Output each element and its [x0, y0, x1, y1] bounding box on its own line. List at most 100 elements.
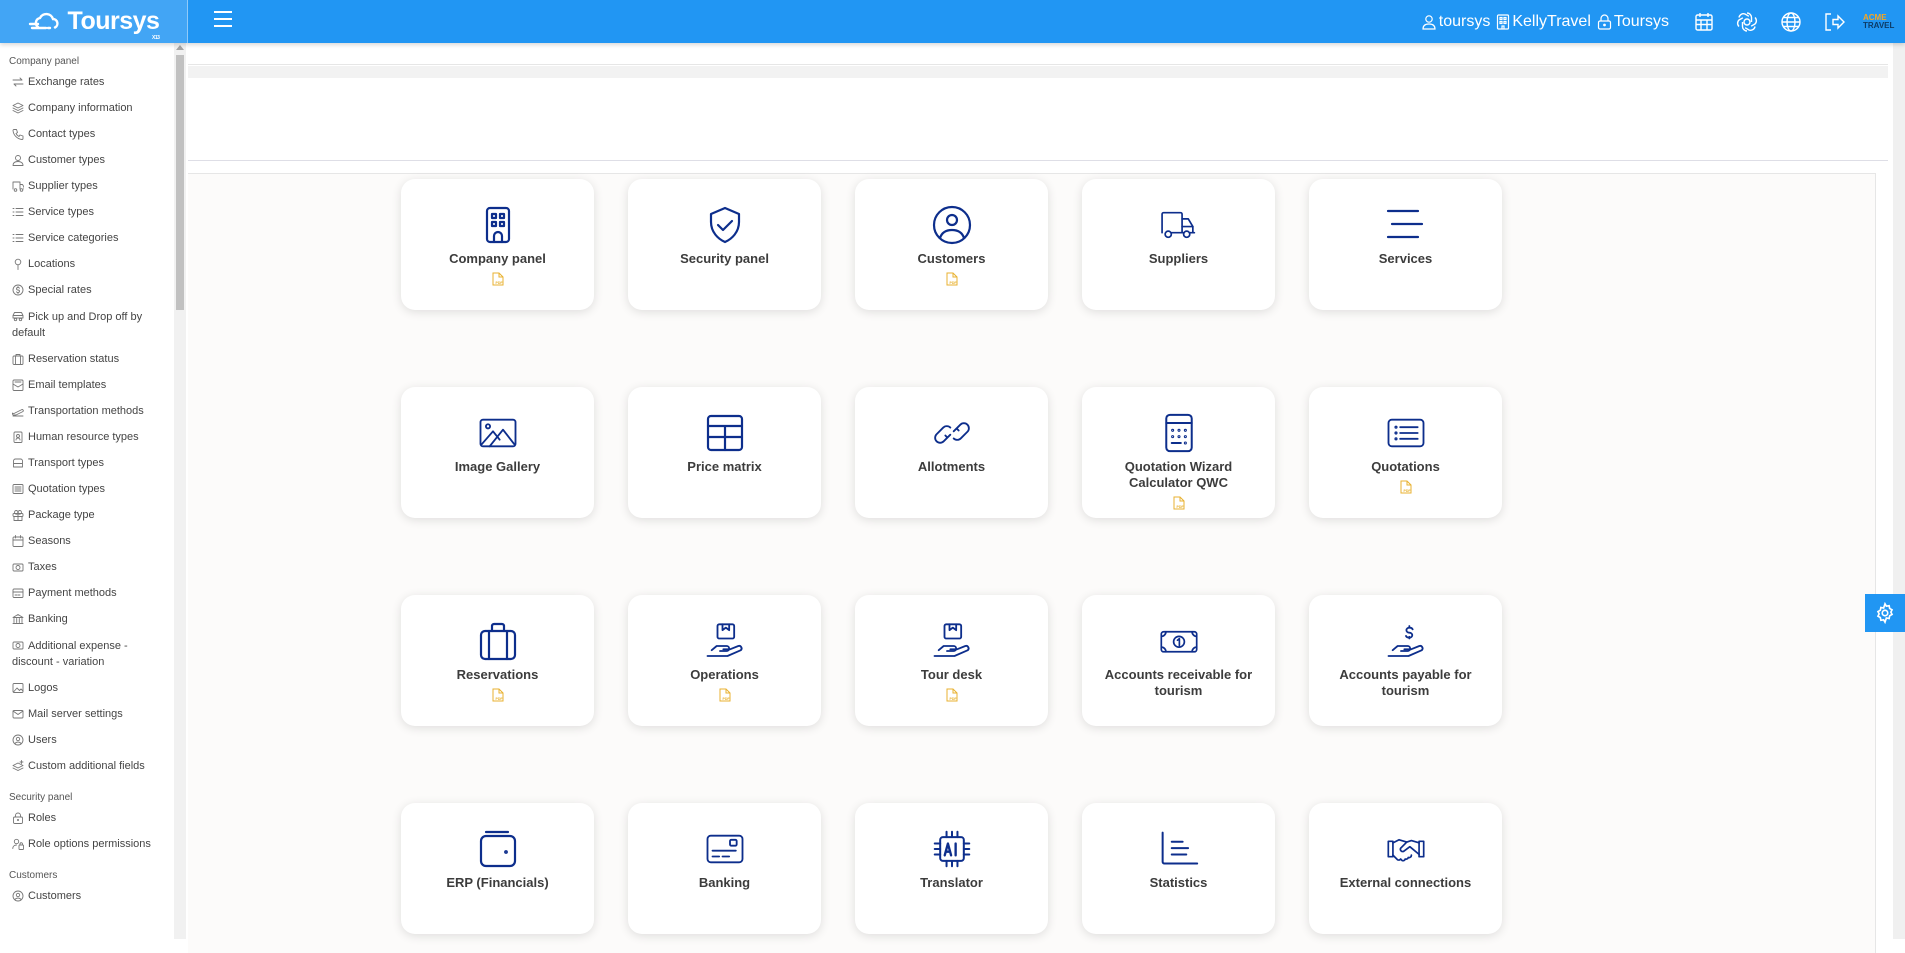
sidebar-item-mail-server-settings[interactable]: Mail server settings [0, 701, 176, 727]
hand-dollar-icon [1386, 621, 1426, 661]
mail-template-icon [12, 379, 24, 391]
module-card-accounts-payable-for-tourism[interactable]: Accounts payable for tourism [1309, 595, 1502, 726]
module-card-erp-financials[interactable]: ERP (Financials) [401, 803, 594, 934]
sidebar-item-logos[interactable]: Logos [0, 675, 176, 701]
sidebar-item-reservation-status[interactable]: Reservation status [0, 346, 176, 372]
gift-icon [12, 510, 24, 521]
sidebar-item-label: Customer types [28, 154, 106, 166]
module-card-translator[interactable]: Translator [855, 803, 1048, 934]
module-card-accounts-receivable-for-tourism[interactable]: Accounts receivable for tourism [1082, 595, 1275, 726]
openai-button[interactable] [1736, 11, 1758, 33]
sidebar-item-company-information[interactable]: Company information [0, 95, 176, 121]
module-card-quotations[interactable]: Quotations PDF [1309, 387, 1502, 518]
sidebar-item-label: Service types [28, 206, 95, 218]
sidebar-item-transportation-methods[interactable]: Transportation methods [0, 398, 176, 424]
divider-strip [188, 66, 1888, 78]
company-name: KellyTravel [1512, 12, 1591, 30]
sidebar-item-locations[interactable]: Locations [0, 251, 176, 277]
module-card-banking[interactable]: Banking [628, 803, 821, 934]
module-card-company-panel[interactable]: Company panel PDF [401, 179, 594, 310]
user-icon [12, 155, 24, 166]
sidebar-item-service-types[interactable]: Service types [0, 199, 176, 225]
pdf-icon[interactable]: PDF [1400, 480, 1412, 494]
sidebar-item-email-templates[interactable]: Email templates [0, 372, 176, 398]
sidebar-item-package-type[interactable]: Package type [0, 502, 176, 528]
truck-icon [12, 181, 24, 192]
module-card-operations[interactable]: Operations PDF [628, 595, 821, 726]
sidebar-item-label: Transportation methods [28, 405, 144, 417]
sidebar-item-additional-expense-discount-variation[interactable]: Additional expense - discount - variatio… [0, 632, 176, 675]
module-card-reservations[interactable]: Reservations PDF [401, 595, 594, 726]
pdf-icon[interactable]: PDF [946, 272, 958, 286]
sidebar-item-label: Quotation types [28, 483, 106, 495]
sidebar-item-users[interactable]: Users [0, 727, 176, 753]
sidebar-scrollbar[interactable] [174, 43, 186, 939]
banknote-icon [1159, 621, 1199, 661]
user-icon [1422, 14, 1436, 30]
sidebar-item-quotation-types[interactable]: Quotation types [0, 476, 176, 502]
scroll-up-arrow[interactable] [176, 45, 184, 50]
pdf-icon[interactable]: PDF [492, 688, 504, 702]
sidebar-item-payment-methods[interactable]: Payment methods [0, 580, 176, 606]
sidebar-item-transport-types[interactable]: Transport types [0, 450, 176, 476]
sidebar-item-label: Roles [28, 812, 57, 824]
logout-button[interactable] [1824, 12, 1846, 32]
credit-card-icon [705, 829, 745, 869]
sidebar-item-banking[interactable]: Banking [0, 606, 176, 632]
menu-toggle-button[interactable] [214, 11, 232, 27]
module-card-price-matrix[interactable]: Price matrix [628, 387, 821, 518]
money-icon [12, 641, 24, 650]
plane-icon [12, 409, 24, 417]
sidebar-item-label: Email templates [28, 379, 107, 391]
module-card-statistics[interactable]: Statistics [1082, 803, 1275, 934]
suitcase-icon [478, 621, 518, 661]
pdf-icon[interactable]: PDF [1173, 496, 1185, 510]
sidebar-item-service-categories[interactable]: Service categories [0, 225, 176, 251]
role-menu[interactable]: Toursys [1597, 13, 1669, 31]
sidebar-item-seasons[interactable]: Seasons [0, 528, 176, 554]
hamburger-line [214, 18, 232, 20]
pdf-icon[interactable]: PDF [719, 688, 731, 702]
sidebar-item-human-resource-types[interactable]: Human resource types [0, 424, 176, 450]
sidebar-item-supplier-types[interactable]: Supplier types [0, 173, 176, 199]
phone-icon [12, 129, 24, 140]
language-button[interactable] [1780, 11, 1802, 33]
sidebar-item-role-options-permissions[interactable]: Role options permissions [0, 831, 176, 857]
module-card-tour-desk[interactable]: Tour desk PDF [855, 595, 1048, 726]
settings-button[interactable] [1865, 594, 1905, 632]
module-card-services[interactable]: Services [1309, 179, 1502, 310]
sidebar-item-customer-types[interactable]: Customer types [0, 147, 176, 173]
bus-icon [13, 458, 23, 468]
sidebar-item-roles[interactable]: Roles [0, 805, 176, 831]
badge-icon [13, 431, 23, 443]
module-card-allotments[interactable]: Allotments [855, 387, 1048, 518]
sidebar-item-taxes[interactable]: Taxes [0, 554, 176, 580]
calendar-button[interactable] [1694, 12, 1714, 32]
sidebar-item-custom-additional-fields[interactable]: Custom additional fields [0, 753, 176, 779]
sidebar-item-label: Banking [28, 613, 68, 625]
module-card-customers[interactable]: Customers PDF [855, 179, 1048, 310]
module-card-external-connections[interactable]: External connections [1309, 803, 1502, 934]
logo[interactable]: Toursys X13 [0, 0, 188, 43]
pdf-icon[interactable]: PDF [492, 272, 504, 286]
pdf-icon[interactable]: PDF [946, 688, 958, 702]
module-card-quotation-wizard-calculator-qwc[interactable]: Quotation Wizard Calculator QWC PDF [1082, 387, 1275, 518]
calculator-icon [1159, 413, 1199, 453]
mail-icon [12, 710, 24, 719]
sidebar-item-customers[interactable]: Customers [0, 883, 176, 909]
company-menu[interactable]: KellyTravel [1496, 13, 1591, 31]
module-card-security-panel[interactable]: Security panel [628, 179, 821, 310]
module-card-suppliers[interactable]: Suppliers [1082, 179, 1275, 310]
scrollbar-thumb[interactable] [176, 55, 184, 310]
sidebar-item-exchange-rates[interactable]: Exchange rates [0, 69, 176, 95]
shield-check-icon [705, 205, 745, 245]
user-name: toursys [1438, 12, 1491, 30]
sidebar-item-contact-types[interactable]: Contact types [0, 121, 176, 147]
sidebar-item-special-rates[interactable]: Special rates [0, 277, 176, 303]
sidebar-item-pick-up-and-drop-off-by-default[interactable]: Pick up and Drop off by default [0, 303, 176, 346]
module-card-label: Tour desk [920, 667, 983, 682]
module-card-image-gallery[interactable]: Image Gallery [401, 387, 594, 518]
user-menu[interactable]: toursys [1421, 12, 1491, 31]
suitcase-icon [12, 354, 24, 365]
page-scrollbar[interactable] [1893, 43, 1905, 939]
